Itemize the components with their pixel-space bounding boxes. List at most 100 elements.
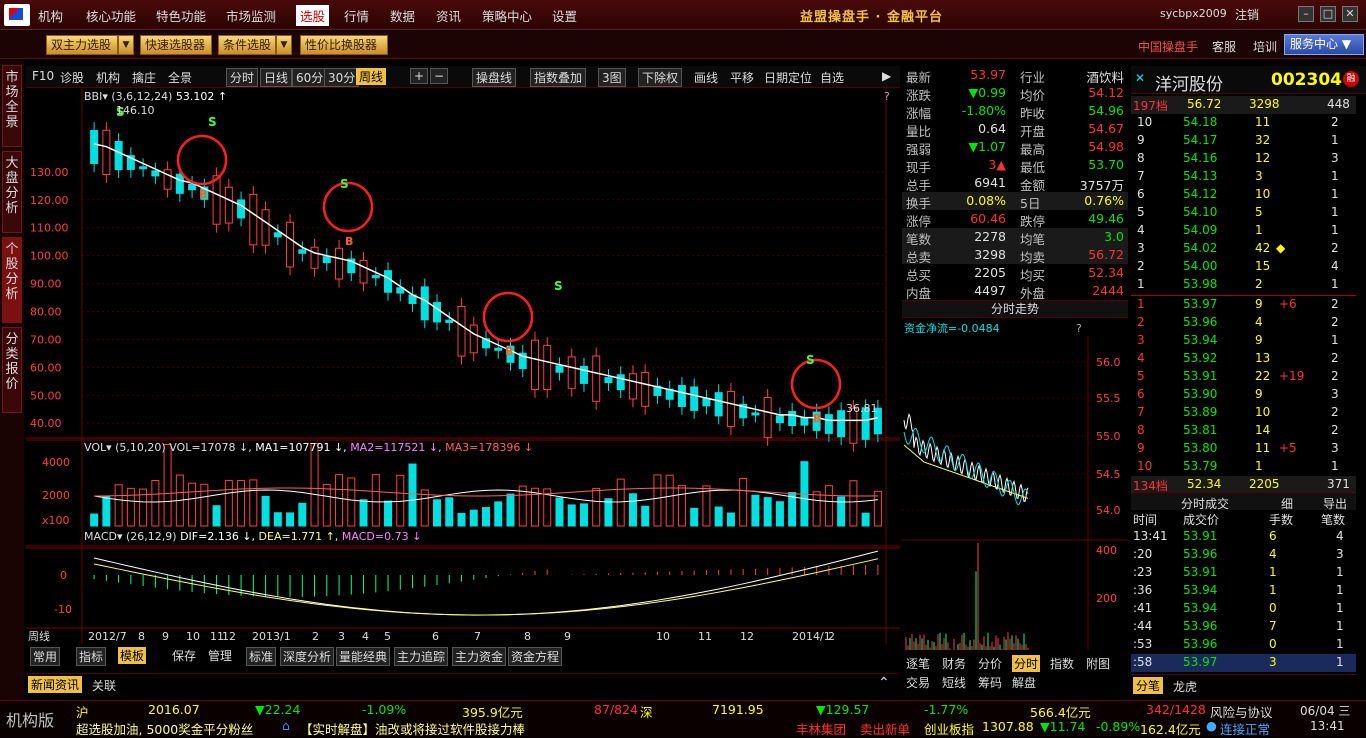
menu-item-2[interactable]: 特色功能 — [156, 6, 206, 25]
lock-icon[interactable]: 融 — [1343, 71, 1359, 87]
training-link[interactable]: 培训 — [1253, 38, 1277, 55]
chart-tool-17[interactable]: 自选 — [820, 69, 844, 86]
chart-tool-10[interactable]: 操盘线 — [472, 68, 517, 87]
bottom-tab-9[interactable]: 主力资金 — [452, 647, 507, 666]
trade-row[interactable]: :36 53.94 1 1 — [1131, 582, 1356, 600]
chart-tool-8[interactable]: 30分 — [324, 68, 360, 87]
alert-stock[interactable]: 丰林集团 — [796, 719, 846, 738]
help-icon[interactable]: ? — [884, 90, 890, 103]
bottom-tab-4[interactable]: 管理 — [208, 647, 232, 664]
bottom-tab-6[interactable]: 深度分析 — [280, 647, 335, 666]
mini-tab-6[interactable]: 交易 — [906, 674, 930, 691]
chart-tool-6[interactable]: 日线 — [260, 68, 293, 87]
chart-tool-2[interactable]: 机构 — [96, 69, 120, 86]
bottom-tab-10[interactable]: 资金方程 — [508, 647, 563, 666]
mini-tab-5[interactable]: 附图 — [1086, 655, 1110, 672]
tab-stock-analysis[interactable]: 个股分析 — [2, 237, 22, 323]
plus-icon[interactable]: + — [410, 68, 429, 84]
volume-bar — [665, 474, 674, 527]
bottom-tab-0[interactable]: 常用 — [30, 647, 61, 666]
ask-volume: 15 — [1255, 259, 1271, 273]
back-icon[interactable]: ✕ — [1135, 71, 1145, 85]
minimize-icon[interactable]: – — [1298, 6, 1314, 22]
condition-select-button[interactable]: 条件选股 — [218, 35, 276, 55]
ask-volume: 10 — [1255, 187, 1271, 201]
maximize-icon[interactable]: □ — [1320, 6, 1336, 22]
chart-tool-15[interactable]: 平移 — [730, 69, 754, 86]
mini-tab-4[interactable]: 指数 — [1050, 655, 1074, 672]
chart-tool-3[interactable]: 擒庄 — [132, 69, 156, 86]
trade-row[interactable]: :23 53.91 1 1 — [1131, 564, 1356, 582]
help-icon[interactable]: ? — [1076, 322, 1082, 335]
collapse-right-icon[interactable]: ▶ — [882, 69, 891, 83]
intraday-mini-chart[interactable]: 资金净流=-0.0484 ? 56.0 55.5 55.0 54.5 54.0 400 200 — [902, 320, 1128, 650]
tab-category-quote[interactable]: 分类报价 — [2, 327, 22, 413]
trade-row[interactable]: :58 53.97 3 1 — [1131, 654, 1356, 672]
chart-tool-12[interactable]: 3图 — [598, 68, 626, 87]
kline-chart[interactable]: BBBBSSSSS 130.00120.00110.00100.0090.008… — [26, 88, 900, 644]
tab-market-overview[interactable]: 市场全景 — [2, 65, 22, 147]
chart-tool-7[interactable]: 60分 — [292, 68, 328, 87]
collapse-icon[interactable]: ⌃ — [878, 675, 890, 691]
menu-item-1[interactable]: 核心功能 — [86, 6, 136, 25]
chevron-down-icon[interactable]: ▼ — [118, 35, 134, 55]
trade-row[interactable]: :20 53.96 4 3 — [1131, 546, 1356, 564]
trade-row[interactable]: 13:41 53.91 6 4 — [1131, 528, 1356, 546]
bottom-tab-7[interactable]: 量能经典 — [336, 647, 391, 666]
mini-tab-3[interactable]: 分时 — [1012, 655, 1041, 672]
mini-tab-9[interactable]: 解盘 — [1012, 674, 1036, 691]
x-axis-label[interactable]: 周线 — [28, 629, 50, 643]
tab-news[interactable]: 新闻资讯 — [28, 676, 83, 693]
bottom-tab-1[interactable]: 指标 — [76, 647, 107, 666]
mini-tab-8[interactable]: 筹码 — [978, 674, 1002, 691]
menu-item-7[interactable]: 资讯 — [436, 6, 461, 25]
trade-volume: 7 — [1269, 619, 1277, 633]
x-tick-label: 8 — [138, 630, 145, 643]
bottom-tab-8[interactable]: 主力追踪 — [394, 647, 449, 666]
menu-item-6[interactable]: 数据 — [390, 6, 415, 25]
chart-tool-5[interactable]: 分时 — [226, 68, 259, 87]
chart-tool-11[interactable]: 指数叠加 — [530, 68, 587, 87]
tab-dragon[interactable]: 龙虎 — [1173, 678, 1197, 695]
menu-item-4[interactable]: 选股 — [296, 5, 330, 26]
bottom-tab-3[interactable]: 保存 — [172, 647, 196, 664]
chevron-down-icon[interactable]: ▼ — [276, 35, 292, 55]
mini-tab-7[interactable]: 短线 — [942, 674, 966, 691]
menu-item-8[interactable]: 策略中心 — [482, 6, 532, 25]
chart-tool-1[interactable]: 诊股 — [60, 69, 84, 86]
service-center-button[interactable]: 服务中心 ▼ — [1284, 34, 1364, 55]
china-trader-link[interactable]: 中国操盘手 — [1138, 38, 1198, 55]
tab-tick[interactable]: 分笔 — [1133, 677, 1164, 694]
quick-select-button[interactable]: 快速选股器 — [140, 35, 212, 55]
menu-item-3[interactable]: 市场监测 — [226, 6, 276, 25]
chart-tool-16[interactable]: 日期定位 — [764, 69, 812, 86]
value-swap-button[interactable]: 性价比换股器 — [300, 35, 388, 55]
quote-value: 3▲ — [988, 157, 1006, 172]
minus-icon[interactable]: − — [430, 68, 449, 84]
chart-tool-0[interactable]: F10 — [32, 69, 54, 83]
chart-tool-13[interactable]: 下除权 — [638, 68, 683, 87]
logout-link[interactable]: 注销 — [1235, 6, 1259, 23]
chart-tool-9[interactable]: 周线 — [356, 68, 387, 85]
chart-tool-4[interactable]: 全景 — [168, 69, 192, 86]
mini-tab-0[interactable]: 逐笔 — [906, 655, 930, 672]
menu-item-9[interactable]: 设置 — [552, 6, 577, 25]
mini-tab-2[interactable]: 分价 — [978, 655, 1002, 672]
trade-row[interactable]: :53 53.96 0 1 — [1131, 636, 1356, 654]
support-link[interactable]: 客服 — [1212, 38, 1236, 55]
trade-row[interactable]: :41 53.94 0 1 — [1131, 600, 1356, 618]
tab-related[interactable]: 关联 — [92, 677, 116, 694]
tab-index-analysis[interactable]: 大盘分析 — [2, 151, 22, 233]
menu-item-5[interactable]: 行情 — [344, 6, 369, 25]
close-icon[interactable]: ✕ — [1342, 6, 1358, 22]
scroll-message[interactable]: 超选股加油, 5000奖金平分粉丝 — [76, 719, 253, 738]
dual-force-select-button[interactable]: 双主力选股 — [46, 35, 118, 55]
news-ticker[interactable]: 【实时解盘】油改或将接过软件股接力棒 — [300, 719, 525, 738]
mini-tab-1[interactable]: 财务 — [942, 655, 966, 672]
bottom-tab-5[interactable]: 标准 — [246, 647, 277, 666]
trade-row[interactable]: :44 53.96 7 1 — [1131, 618, 1356, 636]
bottom-tab-2[interactable]: 模板 — [118, 647, 147, 664]
menu-item-0[interactable]: 机构 — [38, 6, 63, 25]
chart-tool-14[interactable]: 画线 — [694, 69, 718, 86]
home-icon[interactable]: ⌂ — [282, 718, 290, 733]
